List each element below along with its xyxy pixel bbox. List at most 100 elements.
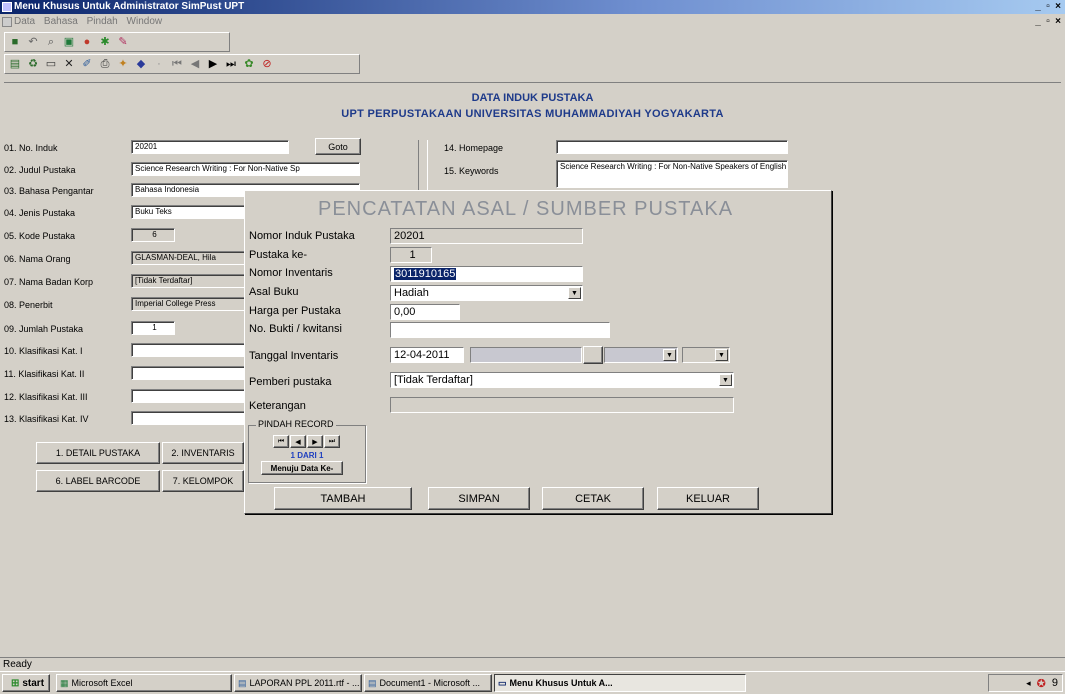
- goto-button[interactable]: Goto: [315, 138, 361, 155]
- field-label-klasifikasi-3: 12. Klasifikasi Kat. III: [4, 392, 88, 402]
- status-bar: Ready: [0, 657, 1065, 671]
- taskbar-item-document1[interactable]: ▤ Document1 - Microsoft ...: [364, 674, 492, 692]
- paint-icon[interactable]: ◆: [134, 57, 148, 71]
- pemberi-select[interactable]: [Tidak Terdaftar] ▼: [390, 372, 734, 388]
- klasifikasi-3-field[interactable]: [131, 389, 251, 403]
- undo-icon[interactable]: ↶: [26, 35, 40, 49]
- nomor-induk-field[interactable]: 20201: [390, 228, 583, 244]
- save-icon[interactable]: ▭: [44, 57, 58, 71]
- field-label-klasifikasi-2: 11. Klasifikasi Kat. II: [4, 369, 85, 379]
- speaker-icon[interactable]: ◂: [1026, 678, 1031, 689]
- record-status: 1 DARI 1: [290, 451, 324, 460]
- keluar-button[interactable]: KELUAR: [657, 487, 759, 510]
- menu-item-pindah[interactable]: Pindah: [87, 16, 118, 27]
- delete-icon[interactable]: ✕: [62, 57, 76, 71]
- prev-record-button[interactable]: ◀: [290, 435, 306, 448]
- klasifikasi-2-field[interactable]: [131, 366, 251, 380]
- bukti-field[interactable]: [390, 322, 610, 338]
- stop-icon[interactable]: ⊘: [260, 57, 274, 71]
- pustaka-ke-field[interactable]: 1: [390, 247, 432, 263]
- last-record-button[interactable]: ⏭: [324, 435, 340, 448]
- no-induk-field[interactable]: 20201: [131, 140, 289, 154]
- tools-icon[interactable]: ✱: [98, 35, 112, 49]
- badan-korp-field[interactable]: [Tidak Terdaftar]: [131, 274, 251, 288]
- asal-buku-value: Hadiah: [394, 287, 429, 299]
- word-icon: ▤: [368, 677, 377, 688]
- keywords-field[interactable]: Science Research Writing : For Non-Nativ…: [556, 160, 788, 188]
- harga-field[interactable]: 0,00: [390, 304, 460, 320]
- last-record-icon[interactable]: ⏭: [224, 57, 238, 71]
- find-icon[interactable]: ✦: [116, 57, 130, 71]
- first-record-button[interactable]: ⏮: [273, 435, 289, 448]
- nomor-inventaris-field[interactable]: 3011910165: [390, 266, 583, 282]
- color-icon[interactable]: ●: [80, 35, 94, 49]
- start-button[interactable]: ⊞ start: [2, 674, 50, 692]
- field-label-no-induk: 01. No. Induk: [4, 143, 58, 153]
- tambah-button[interactable]: TAMBAH: [274, 487, 412, 510]
- day-picker[interactable]: ▼: [604, 347, 678, 363]
- taskbar-item-menu-khusus[interactable]: ▭ Menu Khusus Untuk A...: [494, 674, 746, 692]
- open-icon[interactable]: ▤: [8, 57, 22, 71]
- judul-pustaka-field[interactable]: Science Research Writing : For Non-Nativ…: [131, 162, 360, 176]
- keywords-label: 15. Keywords: [444, 166, 499, 176]
- asal-buku-label: Asal Buku: [249, 286, 299, 298]
- chevron-down-icon[interactable]: ▼: [715, 349, 728, 361]
- detail-pustaka-button[interactable]: 1. DETAIL PUSTAKA: [36, 442, 160, 464]
- minimize-button[interactable]: _: [1033, 1, 1043, 12]
- keterangan-field[interactable]: [390, 397, 734, 413]
- klasifikasi-1-field[interactable]: [131, 343, 251, 357]
- next-record-button[interactable]: ▶: [307, 435, 323, 448]
- jenis-pustaka-field[interactable]: Buku Teks: [131, 205, 251, 219]
- close-button[interactable]: ×: [1053, 1, 1063, 12]
- clock[interactable]: 9: [1052, 677, 1058, 689]
- window-titlebar[interactable]: Menu Khusus Untuk Administrator SimPust …: [0, 0, 1065, 14]
- next-record-icon[interactable]: ▶: [206, 57, 220, 71]
- search-icon[interactable]: ⌕: [44, 35, 58, 49]
- field-label-kode: 05. Kode Pustaka: [4, 231, 76, 241]
- kode-pustaka-field[interactable]: 6: [131, 228, 175, 242]
- kelompok-button[interactable]: 7. KELOMPOK: [162, 470, 244, 492]
- print-icon[interactable]: ⎙: [98, 57, 112, 71]
- refresh-icon[interactable]: ♻: [26, 57, 40, 71]
- cetak-button[interactable]: CETAK: [542, 487, 644, 510]
- tanggal-label: Tanggal Inventaris: [249, 350, 339, 362]
- chevron-down-icon[interactable]: ▼: [568, 287, 581, 299]
- prev-record-icon[interactable]: ◀: [188, 57, 202, 71]
- help-icon[interactable]: ✎: [116, 35, 130, 49]
- year-picker[interactable]: ▼: [682, 347, 730, 363]
- chevron-down-icon[interactable]: ▼: [663, 349, 676, 361]
- first-record-icon[interactable]: ⏮: [170, 57, 184, 71]
- penerbit-field[interactable]: Imperial College Press: [131, 297, 251, 311]
- date-picker-toggle[interactable]: [583, 346, 603, 364]
- menuju-data-button[interactable]: Menuju Data Ke-: [261, 461, 343, 475]
- nomor-induk-label: Nomor Induk Pustaka: [249, 230, 355, 242]
- inventaris-button[interactable]: 2. INVENTARIS: [162, 442, 244, 464]
- asal-buku-select[interactable]: Hadiah ▼: [390, 285, 583, 301]
- edit-icon[interactable]: ✐: [80, 57, 94, 71]
- monitor-icon[interactable]: ■: [8, 35, 22, 49]
- window-title: Menu Khusus Untuk Administrator SimPust …: [14, 1, 245, 12]
- flower-icon[interactable]: ✿: [242, 57, 256, 71]
- menu-item-data[interactable]: Data: [14, 16, 35, 27]
- field-label-jenis: 04. Jenis Pustaka: [4, 208, 76, 218]
- homepage-field[interactable]: [556, 140, 788, 154]
- security-icon[interactable]: ✪: [1037, 677, 1046, 690]
- excel-icon: ▦: [60, 677, 69, 688]
- chevron-down-icon[interactable]: ▼: [719, 374, 732, 386]
- month-picker[interactable]: [470, 347, 582, 363]
- field-label-klasifikasi-4: 13. Klasifikasi Kat. IV: [4, 414, 89, 424]
- chart-icon[interactable]: ▣: [62, 35, 76, 49]
- simpan-button[interactable]: SIMPAN: [428, 487, 530, 510]
- maximize-button[interactable]: ▫: [1043, 1, 1053, 12]
- nomor-inventaris-value: 3011910165: [394, 268, 457, 280]
- taskbar-item-laporan[interactable]: ▤ LAPORAN PPL 2011.rtf - ...: [234, 674, 362, 692]
- taskbar-item-excel[interactable]: ▦ Microsoft Excel: [56, 674, 232, 692]
- label-barcode-button[interactable]: 6. LABEL BARCODE: [36, 470, 160, 492]
- column-divider: [418, 140, 428, 192]
- menu-item-window[interactable]: Window: [127, 16, 163, 27]
- menu-item-bahasa[interactable]: Bahasa: [44, 16, 78, 27]
- tanggal-field[interactable]: 12-04-2011: [390, 347, 464, 363]
- nama-orang-field[interactable]: GLASMAN-DEAL, Hila: [131, 251, 251, 265]
- klasifikasi-4-field[interactable]: [131, 411, 251, 425]
- jumlah-pustaka-field[interactable]: 1: [131, 321, 175, 335]
